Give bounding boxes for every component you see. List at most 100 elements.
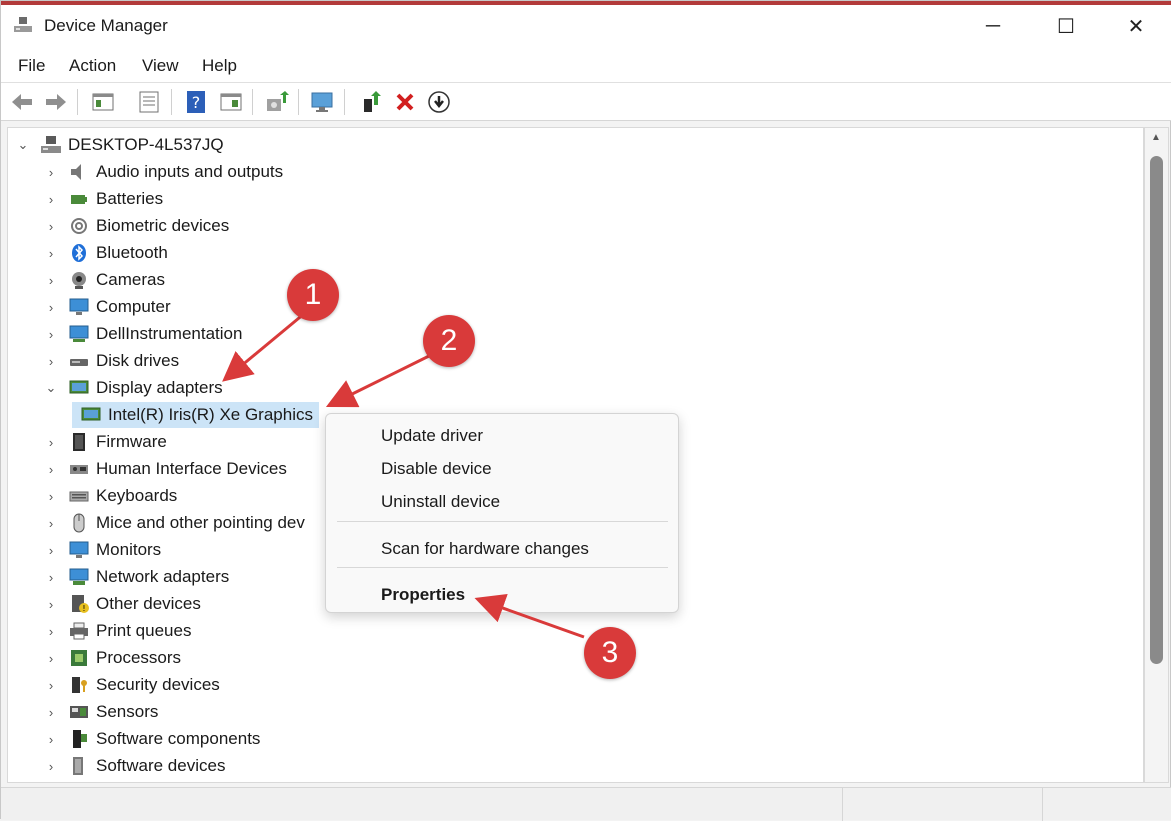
tree-category-row[interactable]: › Cameras <box>42 267 165 293</box>
properties-icon <box>139 91 159 113</box>
menu-view[interactable]: View <box>142 56 179 76</box>
vertical-scrollbar[interactable]: ▲ <box>1144 127 1169 783</box>
tree-category-row[interactable]: › Software components <box>42 726 260 752</box>
maximize-button[interactable]: ☐ <box>1031 5 1101 47</box>
tree-item-label: Mice and other pointing dev <box>96 513 305 532</box>
speaker-icon <box>68 161 90 183</box>
scroll-up-icon[interactable]: ▲ <box>1151 132 1161 143</box>
scan-hardware-menu-item[interactable]: Scan for hardware changes <box>381 539 589 559</box>
chevron-right-icon[interactable]: › <box>42 705 60 720</box>
chevron-right-icon[interactable]: › <box>42 327 60 342</box>
status-divider <box>1042 788 1043 821</box>
tree-category-row[interactable]: › Monitors <box>42 537 161 563</box>
chevron-right-icon[interactable]: › <box>42 246 60 261</box>
chevron-right-icon[interactable]: › <box>42 597 60 612</box>
disable-device-menu-item[interactable]: Disable device <box>381 459 492 479</box>
chevron-right-icon[interactable]: › <box>42 354 60 369</box>
annotation-badge-3: 3 <box>584 627 636 679</box>
chevron-right-icon[interactable]: › <box>42 651 60 666</box>
chevron-right-icon[interactable]: › <box>42 192 60 207</box>
scan-hardware-button[interactable] <box>310 89 336 115</box>
chevron-right-icon[interactable]: › <box>42 732 60 747</box>
chevron-down-icon[interactable]: ⌄ <box>42 380 60 396</box>
forward-arrow-icon <box>46 94 66 110</box>
forward-button[interactable] <box>43 89 69 115</box>
properties-menu-item[interactable]: Properties <box>381 585 465 605</box>
menu-action[interactable]: Action <box>69 56 116 76</box>
update-driver-button[interactable] <box>264 89 290 115</box>
back-button[interactable] <box>9 89 35 115</box>
toolbar-separator <box>77 89 78 115</box>
tree-category-row[interactable]: › Audio inputs and outputs <box>42 159 283 185</box>
chevron-right-icon[interactable]: › <box>42 462 60 477</box>
help-icon: ? <box>187 91 205 113</box>
chevron-right-icon[interactable]: › <box>42 273 60 288</box>
uninstall-device-menu-item[interactable]: Uninstall device <box>381 492 500 512</box>
tree-category-row[interactable]: › Batteries <box>42 186 163 212</box>
bluetooth-icon <box>68 242 90 264</box>
tree-category-row[interactable]: › Processors <box>42 645 181 671</box>
title-bar[interactable]: Device Manager ─ ☐ ✕ <box>1 5 1171 47</box>
uninstall-button[interactable] <box>392 89 418 115</box>
tree-category-row[interactable]: › Network adapters <box>42 564 229 590</box>
chevron-right-icon[interactable]: › <box>42 570 60 585</box>
show-hide-tree-button[interactable] <box>90 89 116 115</box>
tree-category-row[interactable]: › Computer <box>42 294 171 320</box>
chevron-right-icon[interactable]: › <box>42 543 60 558</box>
chevron-right-icon[interactable]: › <box>42 624 60 639</box>
chevron-right-icon[interactable]: › <box>42 489 60 504</box>
tree-category-row[interactable]: › Disk drives <box>42 348 179 374</box>
toolbar-separator <box>252 89 253 115</box>
tree-category-row[interactable]: › Security devices <box>42 672 220 698</box>
chevron-right-icon[interactable]: › <box>42 300 60 315</box>
chevron-right-icon[interactable]: › <box>42 759 60 774</box>
close-button[interactable]: ✕ <box>1101 5 1171 47</box>
chevron-right-icon[interactable]: › <box>42 435 60 450</box>
chevron-right-icon[interactable]: › <box>42 165 60 180</box>
tree-category-row[interactable]: › Software devices <box>42 753 225 779</box>
tree-category-row[interactable]: › Sensors <box>42 699 159 725</box>
download-button[interactable] <box>426 89 452 115</box>
computer-root-icon <box>40 134 62 156</box>
tree-device-row[interactable]: Intel(R) Iris(R) Xe Graphics <box>72 402 319 428</box>
tree-category-row[interactable]: › Mice and other pointing dev <box>42 510 305 536</box>
properties-button[interactable] <box>136 89 162 115</box>
keyboard-icon <box>68 485 90 507</box>
tree-category-row[interactable]: ⌄ Display adapters <box>42 375 223 401</box>
tree-root[interactable]: ⌄ DESKTOP-4L537JQ <box>14 132 224 158</box>
tree-item-label: Keyboards <box>96 486 178 505</box>
tree-category-row[interactable]: › Firmware <box>42 429 167 455</box>
tree-category-row[interactable]: › Biometric devices <box>42 213 229 239</box>
tree-category-row[interactable]: › Print queues <box>42 618 192 644</box>
tree-category-row[interactable]: › Human Interface Devices <box>42 456 287 482</box>
tree-item-label: Sensors <box>96 702 159 721</box>
scroll-thumb[interactable] <box>1150 156 1163 664</box>
toolbar-separator <box>298 89 299 115</box>
menu-file[interactable]: File <box>18 56 45 76</box>
toolbar-separator <box>344 89 345 115</box>
tree-item-label: Biometric devices <box>96 216 230 235</box>
update-driver-menu-item[interactable]: Update driver <box>381 426 483 446</box>
status-bar <box>1 787 1171 821</box>
annotation-badge-2: 2 <box>423 315 475 367</box>
chevron-right-icon[interactable]: › <box>42 219 60 234</box>
menu-help[interactable]: Help <box>202 56 237 76</box>
chevron-right-icon[interactable]: › <box>42 678 60 693</box>
tree-category-row[interactable]: › Bluetooth <box>42 240 168 266</box>
tree-item-label: DellInstrumentation <box>96 324 243 343</box>
help-button[interactable]: ? <box>183 89 209 115</box>
minimize-button[interactable]: ─ <box>958 5 1028 47</box>
toolbar: ? <box>1 83 1171 121</box>
maximize-icon: ☐ <box>1057 15 1075 38</box>
tree-item-label: Firmware <box>96 432 167 451</box>
tree-item-label: Computer <box>96 297 171 316</box>
tree-category-row[interactable]: › Keyboards <box>42 483 177 509</box>
tree-item-label: Cameras <box>96 270 165 289</box>
chevron-right-icon[interactable]: › <box>42 516 60 531</box>
action-pane-button[interactable] <box>218 89 244 115</box>
chevron-down-icon[interactable]: ⌄ <box>14 137 32 153</box>
enable-device-button[interactable] <box>358 89 384 115</box>
tree-category-row[interactable]: ›! Other devices <box>42 591 201 617</box>
tree-category-row[interactable]: › DellInstrumentation <box>42 321 243 347</box>
tree-item-label: Processors <box>96 648 182 667</box>
